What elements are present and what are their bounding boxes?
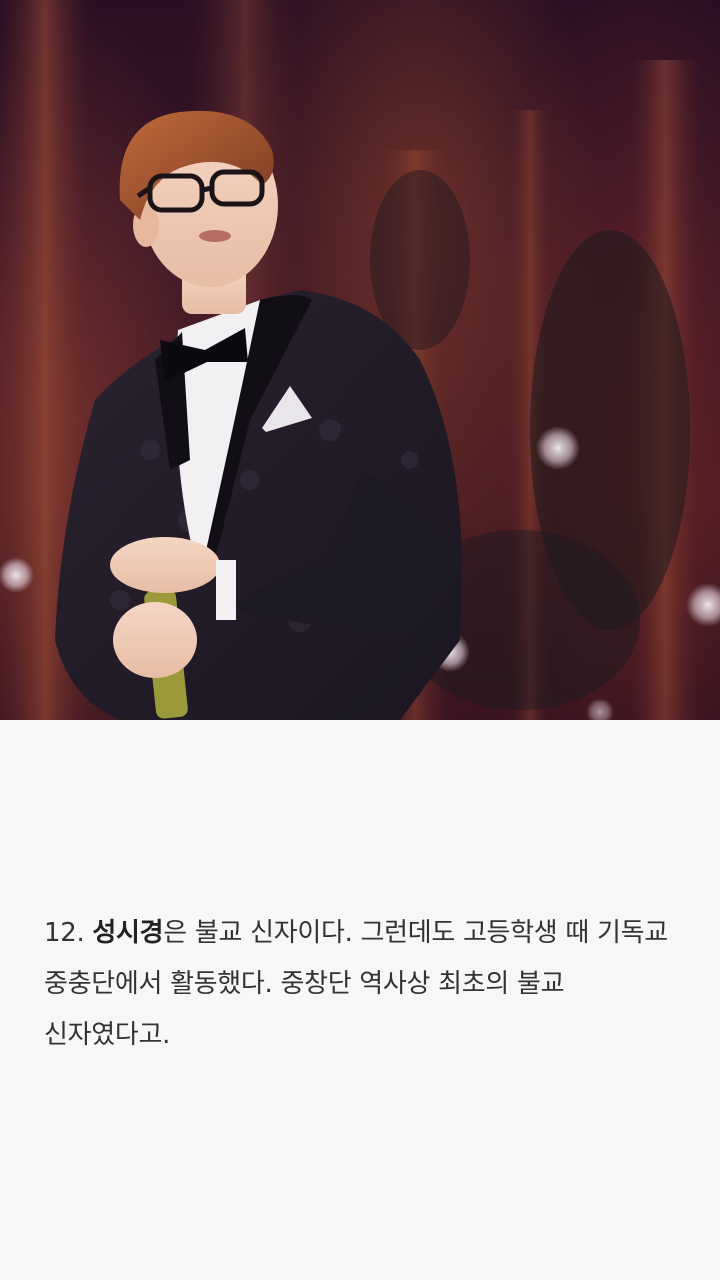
caption-text: 12. 성시경은 불교 신자이다. 그런데도 고등학생 때 기독교 중충단에서 … [44, 908, 680, 1061]
article-page: 12. 성시경은 불교 신자이다. 그런데도 고등학생 때 기독교 중충단에서 … [0, 0, 720, 1280]
singer-photo [0, 0, 720, 720]
caption-name: 성시경 [92, 918, 164, 948]
caption-number: 12. [44, 918, 85, 948]
photo-illustration [0, 0, 720, 720]
